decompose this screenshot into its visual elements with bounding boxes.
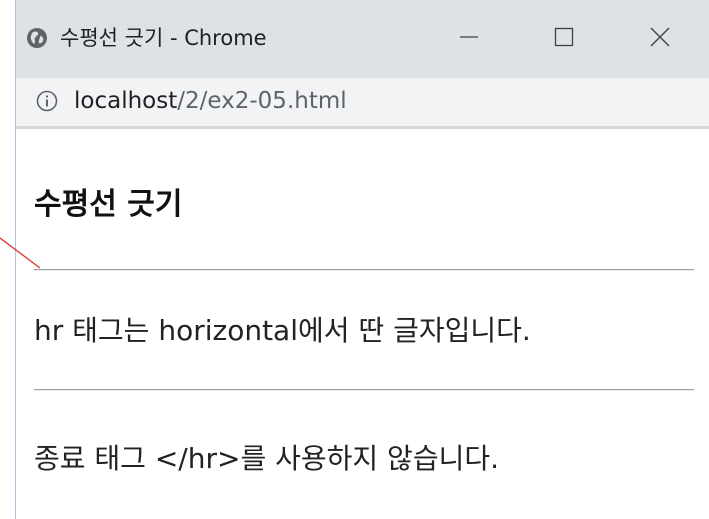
screenshot-page: 수평선 긋기 - Chrome localhost/2/ex2-05.html …	[0, 0, 709, 519]
window-titlebar[interactable]: 수평선 긋기 - Chrome	[16, 0, 709, 78]
url-host: localhost	[74, 88, 178, 114]
url-text[interactable]: localhost/2/ex2-05.html	[74, 86, 347, 116]
close-icon	[649, 26, 671, 52]
paragraph-closing-tag: 종료 태그 </hr>를 사용하지 않습니다.	[34, 442, 499, 475]
minimize-icon	[458, 26, 480, 52]
globe-icon	[26, 27, 48, 49]
horizontal-rule	[34, 269, 694, 271]
close-button[interactable]	[630, 14, 690, 64]
browser-window: 수평선 긋기 - Chrome localhost/2/ex2-05.html …	[15, 0, 709, 519]
minimize-button[interactable]	[439, 14, 499, 64]
url-path: /2/ex2-05.html	[177, 88, 347, 114]
page-content: 수평선 긋기 hr 태그는 horizontal에서 딴 글자입니다. 종료 태…	[16, 129, 709, 519]
horizontal-rule	[34, 389, 694, 391]
page-heading: 수평선 긋기	[34, 187, 183, 222]
maximize-button[interactable]	[534, 14, 594, 64]
address-bar[interactable]: localhost/2/ex2-05.html	[16, 78, 709, 129]
window-title: 수평선 긋기 - Chrome	[60, 26, 267, 50]
maximize-icon	[553, 26, 575, 52]
info-icon[interactable]	[36, 90, 58, 112]
paragraph-hr-description: hr 태그는 horizontal에서 딴 글자입니다.	[34, 314, 531, 347]
